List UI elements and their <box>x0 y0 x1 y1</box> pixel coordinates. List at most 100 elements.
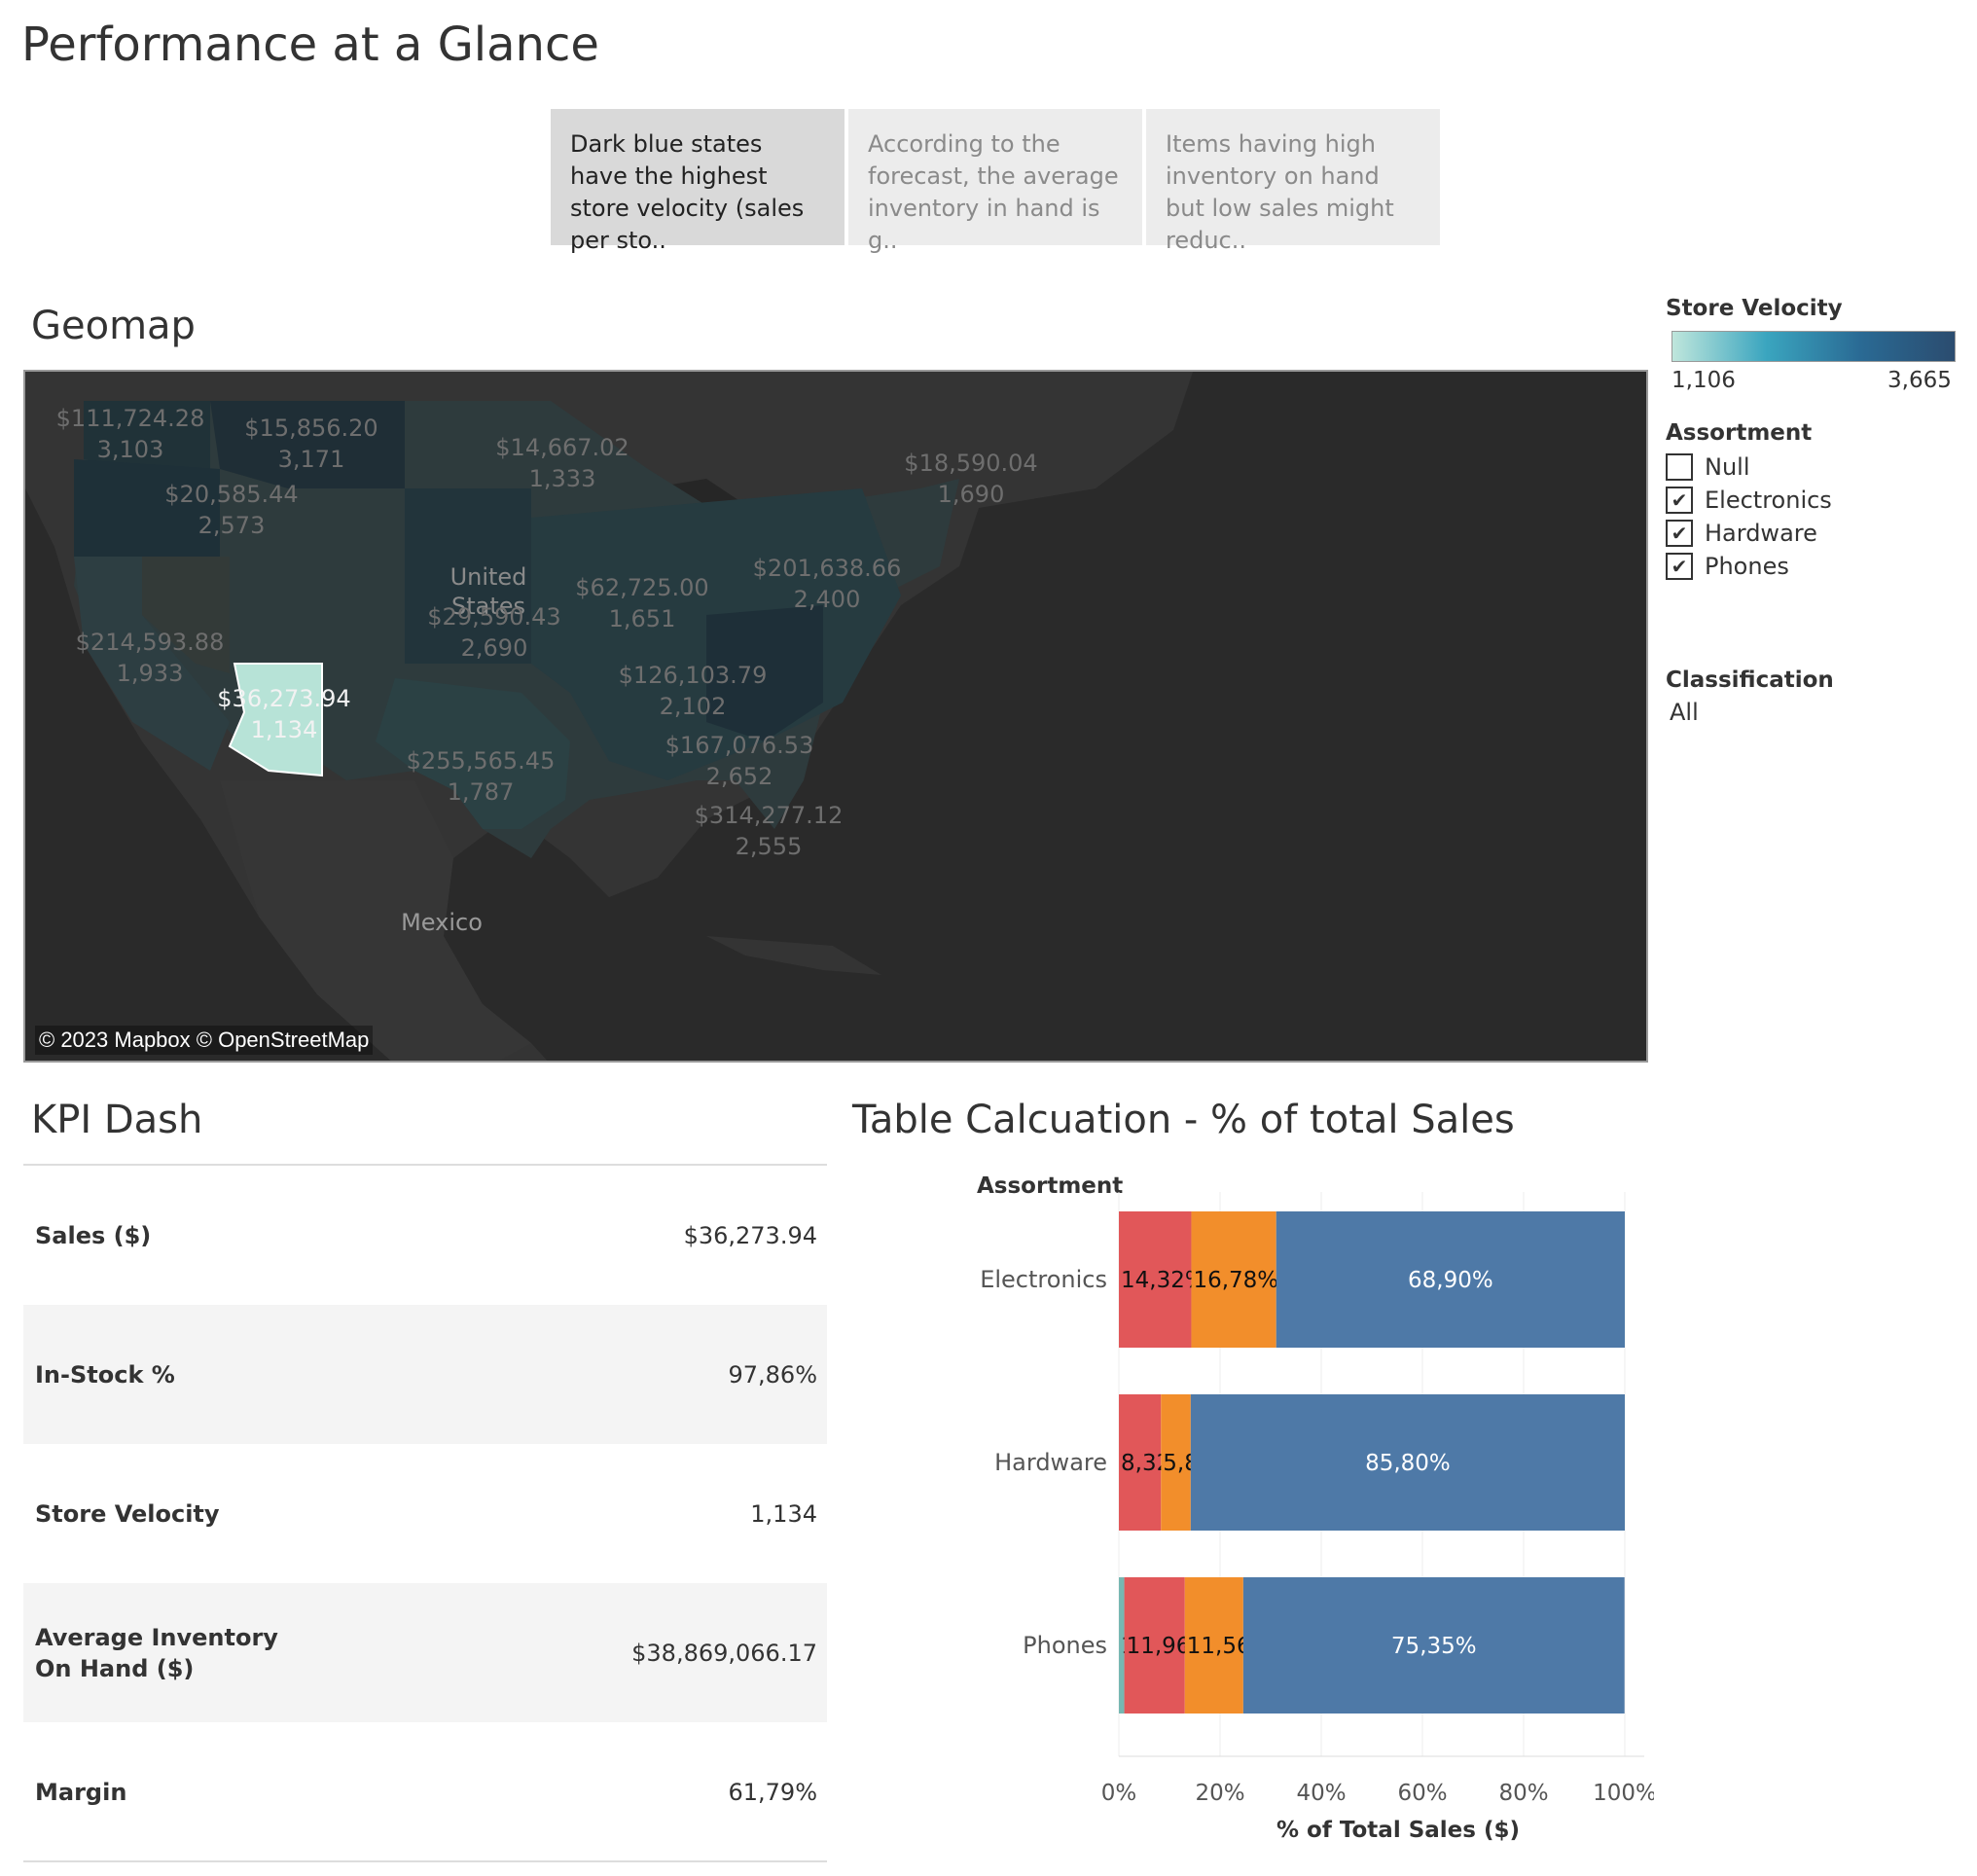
story-point-1[interactable]: Dark blue states have the highest store … <box>551 109 845 254</box>
state-velocity: 1,333 <box>528 465 596 492</box>
state-velocity: 1,651 <box>608 605 676 632</box>
geomap-title: Geomap <box>31 304 196 348</box>
kpi-row-margin: Margin 61,79% <box>23 1722 827 1861</box>
state-velocity: 3,103 <box>96 436 164 463</box>
chart-title: Table Calcuation - % of total Sales <box>852 1098 1515 1142</box>
bar-data-label: 16,78% <box>1193 1268 1278 1293</box>
bar-data-label: 68,90% <box>1408 1268 1493 1293</box>
bar-data-label: 75,35% <box>1391 1634 1477 1659</box>
state-velocity: 2,652 <box>705 763 773 790</box>
kpi-label: Sales ($) <box>35 1221 152 1249</box>
kpi-row-store-velocity: Store Velocity 1,134 <box>23 1444 827 1583</box>
assortment-filter-title: Assortment <box>1666 420 1813 446</box>
category-label: Hardware <box>994 1449 1107 1476</box>
state-sales: $111,724.28 <box>55 405 205 432</box>
assortment-option-label: Electronics <box>1705 487 1832 514</box>
story-point-2[interactable]: According to the forecast, the average i… <box>848 109 1142 254</box>
classification-filter-value[interactable]: All <box>1670 699 1699 726</box>
state-velocity: 3,171 <box>277 446 345 473</box>
state-velocity: 2,690 <box>460 634 528 662</box>
kpi-row-sales: Sales ($) $36,273.94 <box>23 1166 827 1305</box>
x-tick-label: 100% <box>1593 1781 1654 1806</box>
state-sales: $14,667.02 <box>495 434 629 461</box>
state-sales: $15,856.20 <box>244 415 378 442</box>
kpi-row-avg-inventory: Average Inventory On Hand ($) $38,869,06… <box>23 1583 827 1722</box>
state-label-pa: $201,638.66 2,400 <box>753 553 902 615</box>
bar-data-label: 85,80% <box>1365 1451 1451 1476</box>
geomap[interactable]: $111,724.28 3,103 $15,856.20 3,171 $20,5… <box>23 370 1648 1063</box>
state-velocity: 1,690 <box>937 481 1005 508</box>
state-velocity: 1,787 <box>447 778 515 806</box>
store-velocity-max: 3,665 <box>1887 368 1952 393</box>
kpi-value: 61,79% <box>728 1778 817 1806</box>
assortment-filter-phones[interactable]: ✔ Phones <box>1666 551 1789 582</box>
assortment-filter-hardware[interactable]: ✔ Hardware <box>1666 518 1817 549</box>
kpi-value: 1,134 <box>750 1499 817 1528</box>
state-sales: $167,076.53 <box>665 732 814 759</box>
state-label-me: $18,590.04 1,690 <box>904 448 1037 510</box>
state-sales: $62,725.00 <box>575 574 709 601</box>
checkbox-checked-icon[interactable]: ✔ <box>1666 520 1693 547</box>
state-sales: $36,273.94 <box>217 685 351 712</box>
checkbox-checked-icon[interactable]: ✔ <box>1666 487 1693 514</box>
kpi-label: In-Stock % <box>35 1360 175 1389</box>
place-label-mexico: Mexico <box>401 909 483 936</box>
x-tick-label: 80% <box>1498 1781 1548 1806</box>
state-label-tn: $126,103.79 2,102 <box>619 660 768 722</box>
state-velocity: 2,555 <box>735 833 803 860</box>
state-label-az: $36,273.94 1,134 <box>217 683 350 745</box>
kpi-label: Average Inventory On Hand ($) <box>35 1623 278 1682</box>
kpi-row-in-stock: In-Stock % 97,86% <box>23 1305 827 1444</box>
page-title: Performance at a Glance <box>21 18 599 72</box>
state-label-mt: $15,856.20 3,171 <box>244 413 377 475</box>
x-tick-label: 0% <box>1101 1781 1137 1806</box>
category-label: Phones <box>1023 1632 1107 1659</box>
story-point-3[interactable]: Items having high inventory on hand but … <box>1146 109 1440 254</box>
x-tick-label: 40% <box>1296 1781 1346 1806</box>
story-point-1-text: Dark blue states have the highest store … <box>570 130 805 254</box>
kpi-value: 97,86% <box>728 1360 817 1389</box>
state-label-fl: $314,277.12 2,555 <box>695 800 844 862</box>
state-velocity: 2,573 <box>198 512 266 539</box>
assortment-filter-null[interactable]: Null <box>1666 451 1750 483</box>
assortment-option-label: Null <box>1705 453 1750 481</box>
story-point-2-text: According to the forecast, the average i… <box>868 130 1119 254</box>
chart-x-axis-title: % of Total Sales ($) <box>1276 1818 1521 1843</box>
state-velocity: 2,102 <box>659 693 727 720</box>
assortment-option-label: Hardware <box>1705 520 1817 547</box>
state-velocity: 1,933 <box>116 660 184 687</box>
classification-filter-title: Classification <box>1666 667 1834 693</box>
store-velocity-min: 1,106 <box>1671 368 1736 393</box>
state-label-wa: $111,724.28 3,103 <box>56 403 205 465</box>
kpi-bottom-divider <box>23 1860 827 1862</box>
x-tick-label: 60% <box>1397 1781 1447 1806</box>
kpi-label: Margin <box>35 1778 127 1806</box>
state-velocity: 2,400 <box>793 586 861 613</box>
state-sales: $20,585.44 <box>164 481 299 508</box>
state-sales: $255,565.45 <box>406 747 556 775</box>
checkbox-checked-icon[interactable]: ✔ <box>1666 553 1693 580</box>
kpi-value: $38,869,066.17 <box>631 1639 817 1667</box>
percent-of-sales-chart[interactable]: 0% 20% 40% 60% 80% 100%Electronics 14,32%16,78… <box>846 1163 1654 1863</box>
state-sales: $126,103.79 <box>618 662 768 689</box>
caribbean-islands <box>706 936 881 975</box>
state-sales: $29,590.43 <box>427 603 561 631</box>
state-label-ca: $214,593.88 1,933 <box>76 627 225 689</box>
kpi-label: Store Velocity <box>35 1499 220 1528</box>
state-label-ga: $167,076.53 2,652 <box>665 730 814 792</box>
assortment-filter-electronics[interactable]: ✔ Electronics <box>1666 485 1832 516</box>
state-sales: $314,277.12 <box>694 802 844 829</box>
map-attribution[interactable]: © 2023 Mapbox © OpenStreetMap <box>35 1026 374 1055</box>
assortment-option-label: Phones <box>1705 553 1789 580</box>
x-tick-label: 20% <box>1195 1781 1244 1806</box>
state-velocity: 1,134 <box>250 716 318 743</box>
state-label-mn: $14,667.02 1,333 <box>495 432 629 494</box>
state-label-tx: $255,565.45 1,787 <box>407 745 556 808</box>
checkbox-unchecked-icon[interactable] <box>1666 453 1693 481</box>
kpi-value: $36,273.94 <box>683 1221 817 1249</box>
story-point-3-text: Items having high inventory on hand but … <box>1166 130 1394 254</box>
state-sales: $201,638.66 <box>752 555 902 582</box>
state-label-il: $62,725.00 1,651 <box>575 572 708 634</box>
store-velocity-color-ramp <box>1671 331 1956 362</box>
state-sales: $214,593.88 <box>75 629 225 656</box>
